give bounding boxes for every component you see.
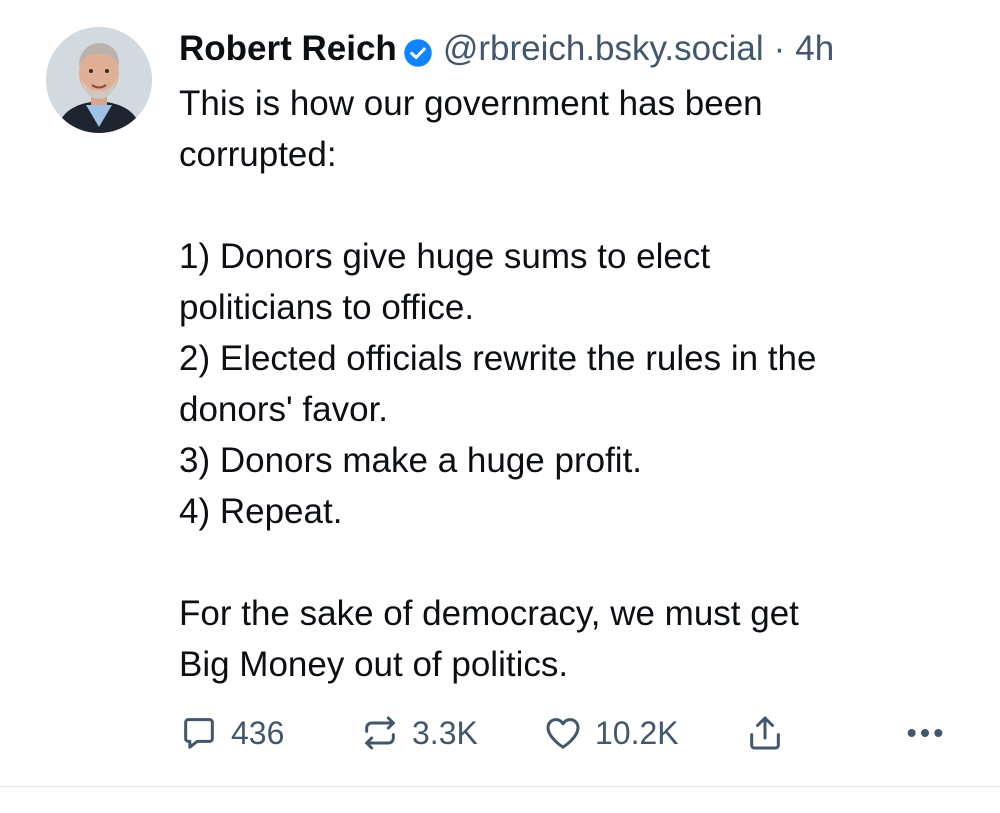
heart-icon (543, 713, 583, 753)
like-count: 10.2K (595, 714, 679, 751)
reply-button[interactable]: 436 (179, 708, 284, 758)
post-actions: 436 3.3K 10.2K (179, 708, 959, 758)
avatar[interactable] (46, 27, 152, 133)
more-icon (903, 713, 947, 753)
post-text: This is how our government has been corr… (179, 84, 817, 684)
repost-icon (360, 713, 400, 753)
repost-count: 3.3K (412, 714, 478, 751)
author-handle[interactable]: @rbreich.bsky.social (443, 26, 764, 72)
author-name[interactable]: Robert Reich (179, 26, 397, 72)
share-icon (745, 713, 785, 753)
post-divider (0, 786, 1000, 787)
avatar-photo (46, 27, 152, 133)
more-options-button[interactable] (903, 708, 947, 758)
reply-icon (179, 713, 219, 753)
header-separator: · (773, 29, 786, 68)
post-content: Robert Reich @rbreich.bsky.social · 4h T… (179, 26, 969, 690)
verified-badge-icon (403, 34, 433, 67)
reply-count: 436 (231, 714, 285, 751)
like-button[interactable]: 10.2K (543, 708, 679, 758)
repost-button[interactable]: 3.3K (360, 708, 478, 758)
share-button[interactable] (745, 708, 785, 758)
post-header: Robert Reich @rbreich.bsky.social · 4h (179, 26, 969, 72)
post[interactable]: Robert Reich @rbreich.bsky.social · 4h T… (0, 0, 1000, 786)
post-timestamp[interactable]: 4h (795, 26, 834, 72)
